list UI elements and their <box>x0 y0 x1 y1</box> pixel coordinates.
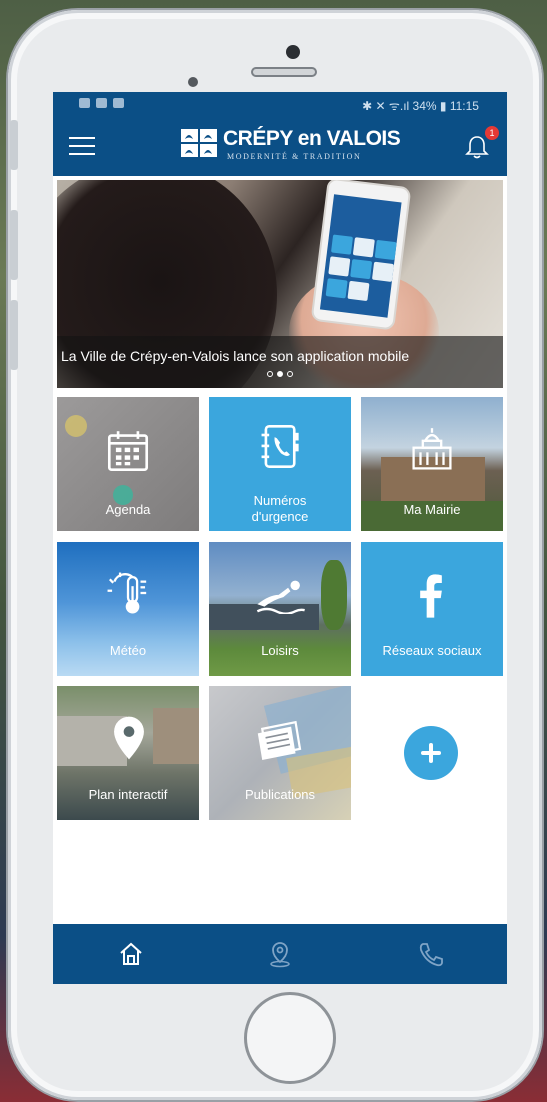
carousel-dot[interactable] <box>267 371 273 377</box>
youtube-notification-icon <box>113 98 124 108</box>
carousel-dot[interactable] <box>287 371 293 377</box>
carousel-dot-active[interactable] <box>277 371 283 377</box>
tile-label: Loisirs <box>261 643 299 658</box>
notification-bell-icon[interactable] <box>465 134 489 160</box>
calendar-icon <box>107 431 149 472</box>
hero-phone-image <box>310 180 412 331</box>
tile-label: Ma Mairie <box>403 502 461 517</box>
logo-subtitle: MODERNITÉ & TRADITION <box>227 152 362 161</box>
hamburger-menu-icon[interactable] <box>69 137 95 155</box>
app-header: CRÉPY en VALOIS MODERNITÉ & TRADITION 1 <box>53 116 507 176</box>
front-camera <box>286 45 300 59</box>
notification-badge: 1 <box>485 126 499 140</box>
tile-loisirs[interactable]: Loisirs <box>209 542 351 676</box>
hero-caption-bar: La Ville de Crépy-en-Valois lance son ap… <box>57 336 503 388</box>
carousel-pagination[interactable] <box>267 371 293 377</box>
phonebook-icon <box>261 424 299 468</box>
tile-plan-interactif[interactable]: Plan interactif <box>57 686 199 820</box>
fleur-de-lis-icon <box>181 129 217 157</box>
tile-publications[interactable]: Publications <box>209 686 351 820</box>
phone-volume-up <box>10 210 18 280</box>
tile-label: Plan interactif <box>88 787 168 802</box>
status-indicators: ✱ ✕ ᯤ.ıl 34% ▮ 11:15 <box>362 99 479 113</box>
twitter-notification-icon <box>96 98 107 108</box>
tile-label: Publications <box>244 787 316 802</box>
newspaper-icon <box>257 720 302 760</box>
phone-icon[interactable] <box>417 940 445 968</box>
tile-meteo[interactable]: Météo <box>57 542 199 676</box>
tile-agenda[interactable]: Agenda <box>57 397 199 531</box>
facebook-icon <box>420 574 442 618</box>
phone-side-button <box>10 120 18 170</box>
tile-label: Agenda <box>105 502 151 517</box>
app-screen: ✱ ✕ ᯤ.ıl 34% ▮ 11:15 CRÉPY en VALOIS MOD… <box>53 92 507 984</box>
tile-reseaux-sociaux[interactable]: Réseaux sociaux <box>361 542 503 676</box>
bottom-navigation <box>53 924 507 984</box>
tile-label: Météo <box>109 643 147 658</box>
logo-title: CRÉPY en VALOIS <box>223 127 401 150</box>
tile-numeros-urgence[interactable]: Numéros d'urgence <box>209 397 351 531</box>
status-notification-icons <box>79 98 124 108</box>
phone-volume-down <box>10 300 18 370</box>
tile-ma-mairie[interactable]: Ma Mairie <box>361 397 503 531</box>
tile-label: Réseaux sociaux <box>382 643 482 658</box>
map-pin-icon <box>114 716 144 760</box>
status-bar: ✱ ✕ ᯤ.ıl 34% ▮ 11:15 <box>53 92 507 116</box>
gallery-notification-icon <box>79 98 90 108</box>
swimmer-icon <box>256 580 305 614</box>
home-icon[interactable] <box>117 940 145 968</box>
town-hall-icon <box>412 428 452 470</box>
add-tile-plus-icon[interactable] <box>404 726 458 780</box>
hero-caption: La Ville de Crépy-en-Valois lance son ap… <box>61 348 410 364</box>
weather-icon <box>107 572 147 614</box>
proximity-sensor <box>188 77 198 87</box>
tile-label: Numéros d'urgence <box>251 493 309 524</box>
home-hardware-button[interactable] <box>244 992 336 1084</box>
location-icon[interactable] <box>266 940 294 968</box>
crepy-en-valois-logo: CRÉPY en VALOIS MODERNITÉ & TRADITION <box>181 127 401 167</box>
earpiece-speaker <box>251 67 317 77</box>
hero-banner-carousel[interactable]: La Ville de Crépy-en-Valois lance son ap… <box>57 180 503 388</box>
